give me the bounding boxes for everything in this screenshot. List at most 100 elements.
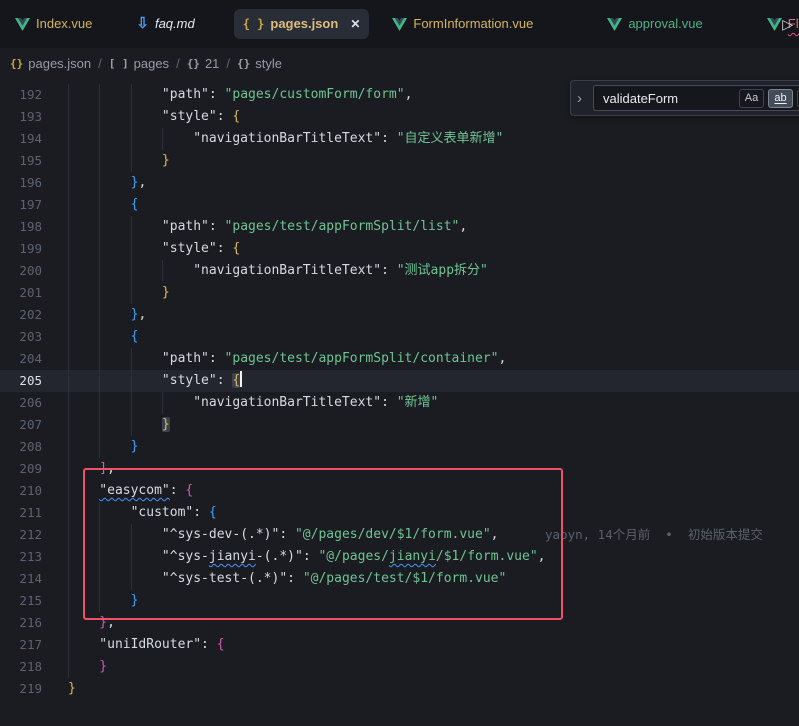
close-icon[interactable]: ✕ <box>350 17 360 31</box>
code-line-195[interactable]: 195} <box>0 150 799 172</box>
code-token: "^sys-test-(.*)" <box>162 571 287 586</box>
breadcrumb: {} pages.json / [ ] pages / {} 21 / {} s… <box>0 48 799 78</box>
code-line-194[interactable]: 194"navigationBarTitleText": "自定义表单新增" <box>0 128 799 150</box>
code-token: : <box>193 505 209 520</box>
indent-guide <box>162 128 163 150</box>
breadcrumb-item-style[interactable]: {} style <box>237 56 282 71</box>
code-text: "path": "pages/test/appFormSplit/list", <box>162 216 467 238</box>
indent-guide <box>68 304 69 326</box>
breadcrumb-item-file[interactable]: {} pages.json <box>10 56 91 71</box>
line-number: 201 <box>0 282 42 304</box>
line-number: 214 <box>0 568 42 590</box>
tab-label: pages.json <box>270 16 338 32</box>
code-token: "navigationBarTitleText" <box>193 395 381 410</box>
line-number: 217 <box>0 634 42 656</box>
code-line-214[interactable]: 214"^sys-test-(.*)": "@/pages/test/$1/fo… <box>0 568 799 590</box>
code-text: "path": "pages/test/appFormSplit/contain… <box>162 348 506 370</box>
code-token: { <box>209 505 217 520</box>
code-token: { <box>217 637 225 652</box>
indent-guide <box>131 546 132 568</box>
indent-guide <box>68 634 69 656</box>
markdown-download-icon: ⇩ <box>136 17 149 31</box>
line-number: 207 <box>0 414 42 436</box>
code-line-208[interactable]: 208} <box>0 436 799 458</box>
find-input[interactable]: validateForm Aa ab .* <box>593 85 799 111</box>
code-line-209[interactable]: 209], <box>0 458 799 480</box>
tab-overflow-icon[interactable]: ▷ <box>782 16 793 33</box>
code-line-196[interactable]: 196}, <box>0 172 799 194</box>
code-token: "pages/test/appFormSplit/container" <box>225 351 499 366</box>
line-number: 204 <box>0 348 42 370</box>
indent-guide <box>99 502 100 524</box>
code-line-205[interactable]: 205"style": { <box>0 370 799 392</box>
code-token: , <box>459 219 467 234</box>
indent-guide <box>99 392 100 414</box>
code-line-201[interactable]: 201} <box>0 282 799 304</box>
indent-guide <box>99 128 100 150</box>
text-cursor <box>240 371 242 387</box>
indent-guide <box>68 260 69 282</box>
code-line-212[interactable]: 212"^sys-dev-(.*)": "@/pages/dev/$1/form… <box>0 524 799 546</box>
code-token: } <box>162 153 170 168</box>
tab-faq-md[interactable]: ⇩faq.md <box>127 9 203 39</box>
code-line-215[interactable]: 215} <box>0 590 799 612</box>
line-number: 195 <box>0 150 42 172</box>
code-line-211[interactable]: 211"custom": { <box>0 502 799 524</box>
code-line-202[interactable]: 202}, <box>0 304 799 326</box>
code-line-199[interactable]: 199"style": { <box>0 238 799 260</box>
array-icon: [ ] <box>109 57 129 70</box>
code-token: : <box>381 263 397 278</box>
code-token: "easycom" <box>99 483 169 498</box>
code-token: -(.*)" <box>256 549 303 564</box>
code-token: "style" <box>162 109 217 124</box>
code-token: } <box>99 659 107 674</box>
code-text: { <box>131 326 139 348</box>
code-line-213[interactable]: 213"^sys-jianyi-(.*)": "@/pages/jianyi/$… <box>0 546 799 568</box>
code-token: "测试app拆分" <box>397 263 488 278</box>
indent-guide <box>131 238 132 260</box>
indent-guide <box>68 326 69 348</box>
code-line-203[interactable]: 203{ <box>0 326 799 348</box>
indent-guide <box>68 436 69 458</box>
code-token: : <box>287 571 303 586</box>
code-line-216[interactable]: 216}, <box>0 612 799 634</box>
indent-guide <box>99 150 100 172</box>
indent-guide <box>131 150 132 172</box>
indent-guide <box>68 480 69 502</box>
find-query-text[interactable]: validateForm <box>603 91 735 106</box>
code-line-219[interactable]: 219} <box>0 678 799 700</box>
code-line-197[interactable]: 197{ <box>0 194 799 216</box>
match-case-button[interactable]: Aa <box>739 89 764 108</box>
code-line-218[interactable]: 218} <box>0 656 799 678</box>
code-line-217[interactable]: 217"uniIdRouter": { <box>0 634 799 656</box>
code-token: } <box>162 417 170 432</box>
code-line-207[interactable]: 207} <box>0 414 799 436</box>
code-line-198[interactable]: 198"path": "pages/test/appFormSplit/list… <box>0 216 799 238</box>
tab-index-vue[interactable]: Index.vue <box>6 9 101 39</box>
line-number: 202 <box>0 304 42 326</box>
tab-approval-vue[interactable]: approval.vue <box>598 9 711 39</box>
breadcrumb-item-21[interactable]: {} 21 <box>187 56 220 71</box>
code-text: "easycom": { <box>99 480 193 502</box>
code-line-206[interactable]: 206"navigationBarTitleText": "新增" <box>0 392 799 414</box>
whole-word-button[interactable]: ab <box>768 89 793 108</box>
breadcrumb-label: pages.json <box>28 56 91 71</box>
code-token: : <box>170 483 186 498</box>
vue-logo-icon <box>767 18 782 31</box>
code-line-210[interactable]: 210"easycom": { <box>0 480 799 502</box>
code-token: } <box>162 285 170 300</box>
code-line-204[interactable]: 204 "path": "pages/test/appFormSplit/cont… <box>0 348 799 370</box>
tab-forminformation-vue[interactable]: FormInformation.vue <box>383 9 542 39</box>
code-line-200[interactable]: 200"navigationBarTitleText": "测试app拆分" <box>0 260 799 282</box>
find-expand-chevron-icon[interactable]: › <box>577 90 593 107</box>
line-number: 206 <box>0 392 42 414</box>
git-blame-annotation: yaoyn, 14个月前 • 初始版本提交 <box>545 524 763 546</box>
code-text: } <box>162 282 170 304</box>
indent-guide <box>131 370 132 392</box>
code-token: { <box>232 373 240 388</box>
breadcrumb-item-pages[interactable]: [ ] pages <box>109 56 169 71</box>
code-token: : <box>209 351 225 366</box>
vue-logo-icon <box>392 18 407 31</box>
tab-pages-json[interactable]: { }pages.json✕ <box>234 9 370 39</box>
code-token: "style" <box>162 373 217 388</box>
